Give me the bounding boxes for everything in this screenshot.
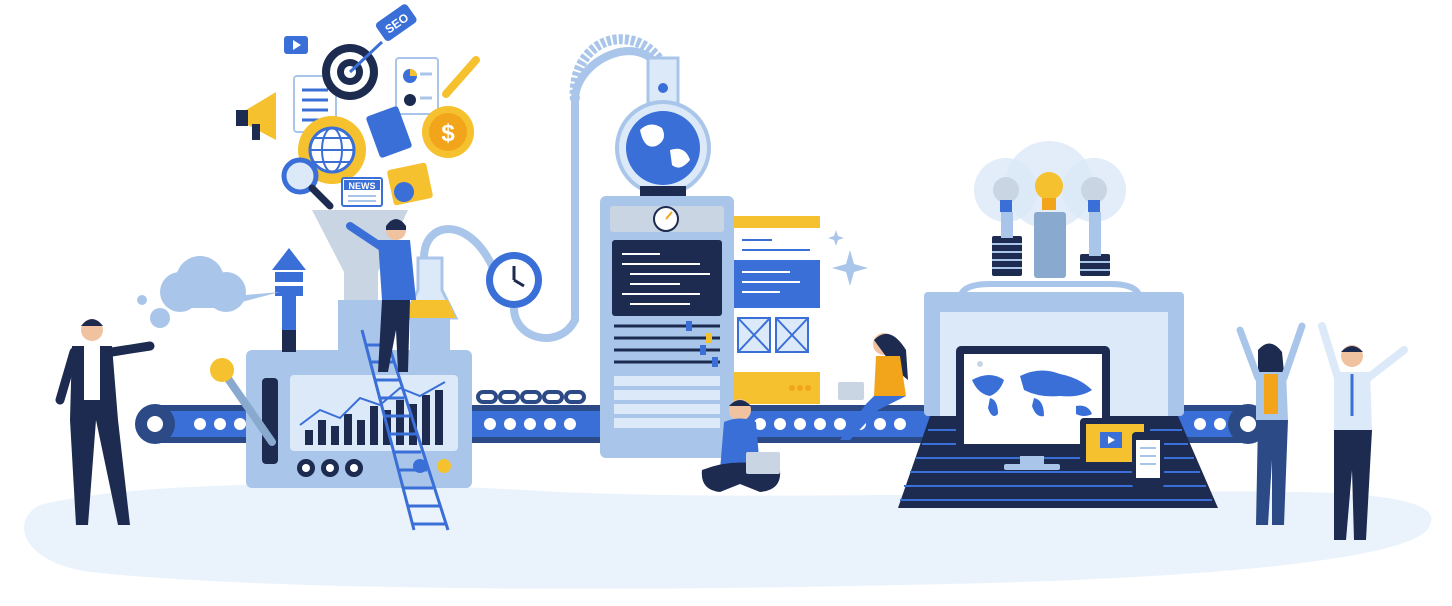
output-machine — [898, 141, 1218, 508]
arrow-up-icon — [272, 248, 306, 336]
input-machine — [210, 210, 498, 488]
news-label: NEWS — [349, 181, 376, 191]
seo-tag-icon: SEO — [375, 4, 417, 41]
dollar-coin-icon: $ — [422, 106, 474, 158]
megaphone-icon — [236, 92, 276, 140]
lever-knob — [210, 358, 234, 382]
ground-shape — [24, 484, 1432, 589]
pencil-icon — [442, 56, 480, 98]
content-items-cloud: SEO $ NEWS — [236, 4, 480, 210]
globe-icon — [308, 126, 356, 174]
webpage-mockup — [734, 216, 868, 404]
speech-cloud — [137, 256, 280, 328]
content-factory-illustration: SEO $ NEWS — [24, 4, 1432, 589]
dollar-label: $ — [441, 120, 455, 147]
news-card-icon: NEWS — [341, 177, 383, 207]
world-globe-icon — [626, 111, 700, 185]
target-icon — [322, 40, 384, 100]
processing-tower — [569, 34, 734, 458]
